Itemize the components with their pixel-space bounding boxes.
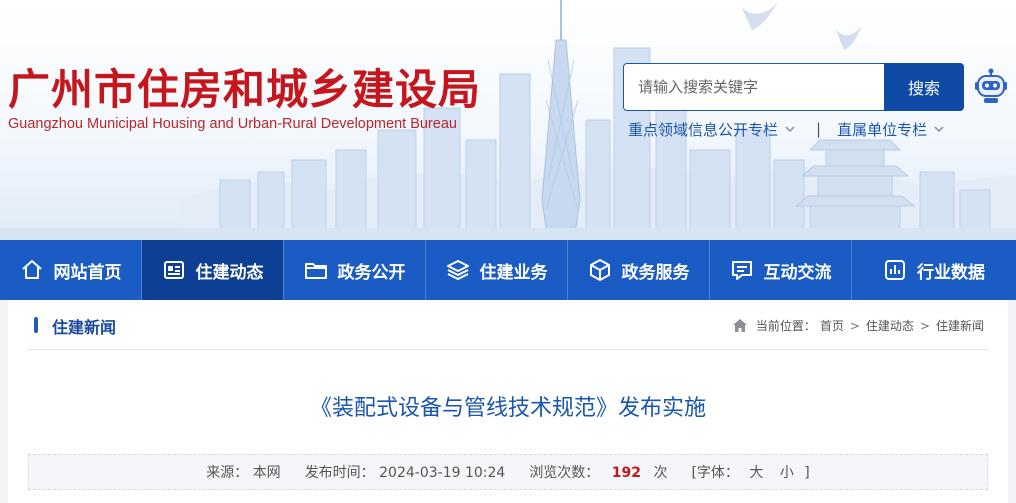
- home-icon: [732, 319, 747, 332]
- meta-views: 浏览次数： 192 次: [529, 462, 667, 482]
- site-header: 广州市住房和城乡建设局 Guangzhou Municipal Housing …: [0, 0, 1016, 240]
- chat-icon: [731, 261, 752, 280]
- bar-chart-icon: [885, 260, 905, 280]
- nav-label: 行业数据: [917, 262, 985, 283]
- views-count: 192: [611, 465, 641, 481]
- site-title: 广州市住房和城乡建设局: [8, 65, 482, 114]
- quick-link-label: 直属单位专栏: [837, 120, 928, 139]
- nav-item-home[interactable]: 网站首页: [0, 240, 142, 300]
- breadcrumb-separator: >: [849, 318, 860, 333]
- article-panel: 住建新闻 当前位置： 首页 > 住建动态 > 住建新闻 《装配式设备与管线技术规…: [8, 300, 1008, 503]
- quick-link-key-info[interactable]: 重点领域信息公开专栏: [628, 119, 796, 140]
- breadcrumb-current[interactable]: 住建新闻: [936, 317, 984, 334]
- font-small-button[interactable]: 小: [780, 465, 794, 481]
- quick-links: 重点领域信息公开专栏 | 直属单位专栏: [628, 118, 945, 140]
- nav-item-news[interactable]: 住建动态: [142, 240, 284, 300]
- section-title: 住建新闻: [52, 318, 117, 337]
- nav-item-services[interactable]: 政务服务: [568, 240, 710, 300]
- font-large-button[interactable]: 大: [749, 465, 763, 481]
- section-marker: [34, 317, 38, 333]
- chevron-down-icon: [785, 126, 795, 133]
- article-title: 《装配式设备与管线技术规范》发布实施: [309, 396, 706, 421]
- nav-item-business[interactable]: 住建业务: [426, 240, 568, 300]
- nav-label: 政务服务: [621, 262, 690, 283]
- site-subtitle: Guangzhou Municipal Housing and Urban-Ru…: [8, 116, 457, 132]
- chevron-down-icon: [934, 126, 944, 133]
- nav-item-interaction[interactable]: 互动交流: [710, 240, 852, 300]
- breadcrumb: 当前位置： 首页 > 住建动态 > 住建新闻: [732, 317, 984, 334]
- search-button[interactable]: 搜索: [884, 63, 964, 111]
- nav-label: 网站首页: [53, 262, 122, 283]
- published-value: 2024-03-19 10:24: [379, 465, 506, 481]
- source-label: 来源：: [206, 465, 249, 481]
- news-icon: [163, 261, 184, 279]
- nav-item-industry-data[interactable]: 行业数据: [852, 240, 1016, 300]
- views-unit: 次: [653, 465, 668, 481]
- views-label: 浏览次数：: [529, 465, 600, 481]
- breadcrumb-separator: >: [919, 318, 930, 333]
- font-size-control: [字体： 大 小 ]: [691, 462, 809, 482]
- nav-item-gov-affairs[interactable]: 政务公开: [284, 240, 426, 300]
- quick-link-label: 重点领域信息公开专栏: [628, 120, 779, 139]
- main-nav: 网站首页 住建动态 政务公开 住建业务 政务服务 互动交流 行业数据: [0, 240, 1016, 300]
- article-meta: 来源： 本网 发布时间： 2024-03-19 10:24 浏览次数： 192 …: [28, 454, 988, 490]
- nav-label: 政务公开: [337, 262, 406, 283]
- meta-source: 来源： 本网: [206, 462, 280, 482]
- search-input[interactable]: [623, 63, 885, 111]
- breadcrumb-news[interactable]: 住建动态: [866, 317, 914, 334]
- published-label: 发布时间：: [304, 465, 375, 481]
- nav-label: 住建动态: [195, 262, 264, 283]
- section-header: 住建新闻 当前位置： 首页 > 住建动态 > 住建新闻: [28, 300, 988, 350]
- breadcrumb-prefix: 当前位置：: [755, 319, 816, 333]
- box-icon: [589, 259, 610, 281]
- quick-link-direct-units[interactable]: 直属单位专栏: [837, 119, 945, 140]
- nav-label: 互动交流: [763, 262, 832, 283]
- link-separator: |: [816, 120, 822, 138]
- source-value: 本网: [252, 465, 281, 481]
- font-close-bracket: ]: [804, 465, 810, 481]
- layers-icon: [446, 260, 469, 280]
- folder-icon: [304, 263, 327, 279]
- home-icon: [21, 260, 42, 279]
- nav-label: 住建业务: [479, 262, 548, 283]
- font-label: [字体：: [691, 465, 739, 481]
- breadcrumb-home[interactable]: 首页: [820, 317, 844, 334]
- meta-published: 发布时间： 2024-03-19 10:24: [305, 462, 506, 482]
- robot-assistant-icon[interactable]: [974, 68, 1008, 104]
